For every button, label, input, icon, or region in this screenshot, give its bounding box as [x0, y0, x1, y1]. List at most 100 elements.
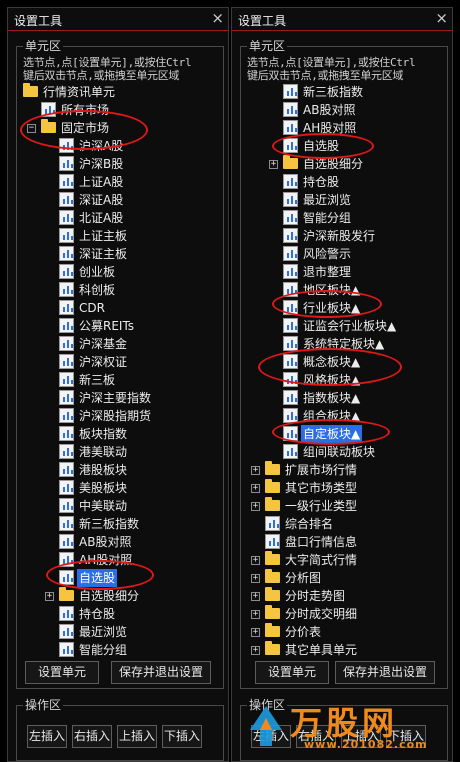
- tree-node[interactable]: 最近浏览: [19, 623, 221, 641]
- tree-node[interactable]: 美股板块: [19, 479, 221, 497]
- tree-node[interactable]: + 其它单具单元: [243, 641, 445, 659]
- tree-node[interactable]: + 一级行业类型: [243, 497, 445, 515]
- tree-node[interactable]: 行情资讯单元: [19, 83, 221, 101]
- set-unit-button[interactable]: 设置单元: [25, 661, 99, 684]
- tree-node[interactable]: 退市整理: [243, 263, 445, 281]
- tree-node[interactable]: 智能分组: [19, 641, 221, 659]
- insert-above-button[interactable]: 上插入: [117, 725, 157, 748]
- tree-node[interactable]: 沪深B股: [19, 155, 221, 173]
- tree-node[interactable]: 新三板指数: [19, 515, 221, 533]
- tree-node[interactable]: + 大字简式行情: [243, 551, 445, 569]
- expand-icon[interactable]: +: [251, 556, 260, 565]
- tree-node[interactable]: 北证A股: [19, 209, 221, 227]
- insert-left-button[interactable]: 左插入: [251, 725, 291, 748]
- tree-node[interactable]: + 扩展市场行情: [243, 461, 445, 479]
- tree-node[interactable]: AB股对照: [243, 101, 445, 119]
- tree-node[interactable]: 所有市场: [19, 101, 221, 119]
- tree-node[interactable]: + 其它市场类型: [243, 479, 445, 497]
- tree-node[interactable]: 组间联动板块: [243, 443, 445, 461]
- tree-node[interactable]: + 自选股细分: [19, 587, 221, 605]
- expand-icon[interactable]: +: [251, 484, 260, 493]
- close-icon[interactable]: ×: [211, 9, 224, 27]
- chart-file-icon: [59, 264, 74, 279]
- tree-node[interactable]: 沪深基金: [19, 335, 221, 353]
- save-exit-button[interactable]: 保存并退出设置: [335, 661, 435, 684]
- expand-icon[interactable]: +: [45, 592, 54, 601]
- expand-icon[interactable]: +: [251, 466, 260, 475]
- tree-node[interactable]: 风险警示: [243, 245, 445, 263]
- insert-below-button[interactable]: 下插入: [162, 725, 202, 748]
- tree-node[interactable]: 科创板: [19, 281, 221, 299]
- tree-node[interactable]: 组合板块▲: [243, 407, 445, 425]
- insert-right-button[interactable]: 右插入: [296, 725, 336, 748]
- tree-node[interactable]: 上证主板: [19, 227, 221, 245]
- tree-node[interactable]: 新三板: [19, 371, 221, 389]
- tree-node[interactable]: 沪深权证: [19, 353, 221, 371]
- tree-node-label: AB股对照: [303, 103, 356, 117]
- tree-node[interactable]: + 分时走势图: [243, 587, 445, 605]
- tree-node[interactable]: 证监会行业板块▲: [243, 317, 445, 335]
- expand-icon[interactable]: +: [269, 160, 278, 169]
- close-icon[interactable]: ×: [435, 9, 448, 27]
- tree-node[interactable]: 最近浏览: [243, 191, 445, 209]
- tree-node[interactable]: AB股对照: [19, 533, 221, 551]
- tree-node[interactable]: 沪深主要指数: [19, 389, 221, 407]
- save-exit-button[interactable]: 保存并退出设置: [111, 661, 211, 684]
- tree-node[interactable]: 港美联动: [19, 443, 221, 461]
- tree-node[interactable]: 盘口行情信息: [243, 533, 445, 551]
- expand-icon[interactable]: +: [251, 610, 260, 619]
- tree-node[interactable]: 深证A股: [19, 191, 221, 209]
- tree-node[interactable]: 地区板块▲: [243, 281, 445, 299]
- tree-node-label: 最近浏览: [303, 193, 352, 207]
- set-unit-button[interactable]: 设置单元: [255, 661, 329, 684]
- market-tree: 新三板指数 AB股对照 AH股对照 自选股 + 自选股细分 持仓股最近浏览智能分组 沪深新股发…: [243, 83, 445, 689]
- chart-file-icon: [59, 408, 74, 423]
- tree-node[interactable]: 板块指数: [19, 425, 221, 443]
- tree-node[interactable]: 行业板块▲: [243, 299, 445, 317]
- insert-below-button[interactable]: 下插入: [386, 725, 426, 748]
- tree-node[interactable]: 指数板块▲: [243, 389, 445, 407]
- tree-node[interactable]: + 分价表: [243, 623, 445, 641]
- tree-node[interactable]: + 自选股细分: [243, 155, 445, 173]
- tree-node[interactable]: 智能分组: [243, 209, 445, 227]
- tree-node[interactable]: 综合排名: [243, 515, 445, 533]
- tree-node[interactable]: 港股板块: [19, 461, 221, 479]
- tree-node[interactable]: AH股对照: [243, 119, 445, 137]
- tree-node-label: 沪深权证: [79, 355, 128, 369]
- tree-node[interactable]: 持仓股: [243, 173, 445, 191]
- tree-node[interactable]: 概念板块▲: [243, 353, 445, 371]
- tree-node-label: 大字简式行情: [285, 553, 358, 567]
- tree-node[interactable]: 深证主板: [19, 245, 221, 263]
- tree-node[interactable]: + 分时成交明细: [243, 605, 445, 623]
- collapse-icon[interactable]: −: [27, 124, 36, 133]
- tree-node[interactable]: − 固定市场: [19, 119, 221, 137]
- tree-node[interactable]: 风格板块▲: [243, 371, 445, 389]
- tree-node[interactable]: 持仓股: [19, 605, 221, 623]
- expand-icon[interactable]: +: [251, 574, 260, 583]
- tree-node[interactable]: 沪深股指期货: [19, 407, 221, 425]
- tree-node[interactable]: 自定板块▲: [243, 425, 445, 443]
- tree-node[interactable]: + 分析图: [243, 569, 445, 587]
- tree-node[interactable]: 沪深新股发行: [243, 227, 445, 245]
- operation-area-group: 操作区 左插入 右插入 上插入 下插入: [16, 697, 224, 761]
- tree-node[interactable]: 沪深A股: [19, 137, 221, 155]
- tree-node[interactable]: 新三板指数: [243, 83, 445, 101]
- tree-node[interactable]: 上证A股: [19, 173, 221, 191]
- tree-node[interactable]: AH股对照: [19, 551, 221, 569]
- tree-node[interactable]: 创业板: [19, 263, 221, 281]
- insert-right-button[interactable]: 右插入: [72, 725, 112, 748]
- expand-icon[interactable]: +: [251, 628, 260, 637]
- tree-node[interactable]: 自选股: [19, 569, 221, 587]
- chart-file-icon: [59, 372, 74, 387]
- tree-node[interactable]: CDR: [19, 299, 221, 317]
- expand-icon[interactable]: +: [251, 592, 260, 601]
- expand-icon[interactable]: +: [251, 502, 260, 511]
- insert-above-button[interactable]: 上插入: [341, 725, 381, 748]
- expand-icon[interactable]: +: [251, 646, 260, 655]
- tree-node-label: 中美联动: [79, 499, 128, 513]
- insert-left-button[interactable]: 左插入: [27, 725, 67, 748]
- tree-node[interactable]: 公募REITs: [19, 317, 221, 335]
- tree-node[interactable]: 系统特定板块▲: [243, 335, 445, 353]
- tree-node[interactable]: 中美联动: [19, 497, 221, 515]
- tree-node[interactable]: 自选股: [243, 137, 445, 155]
